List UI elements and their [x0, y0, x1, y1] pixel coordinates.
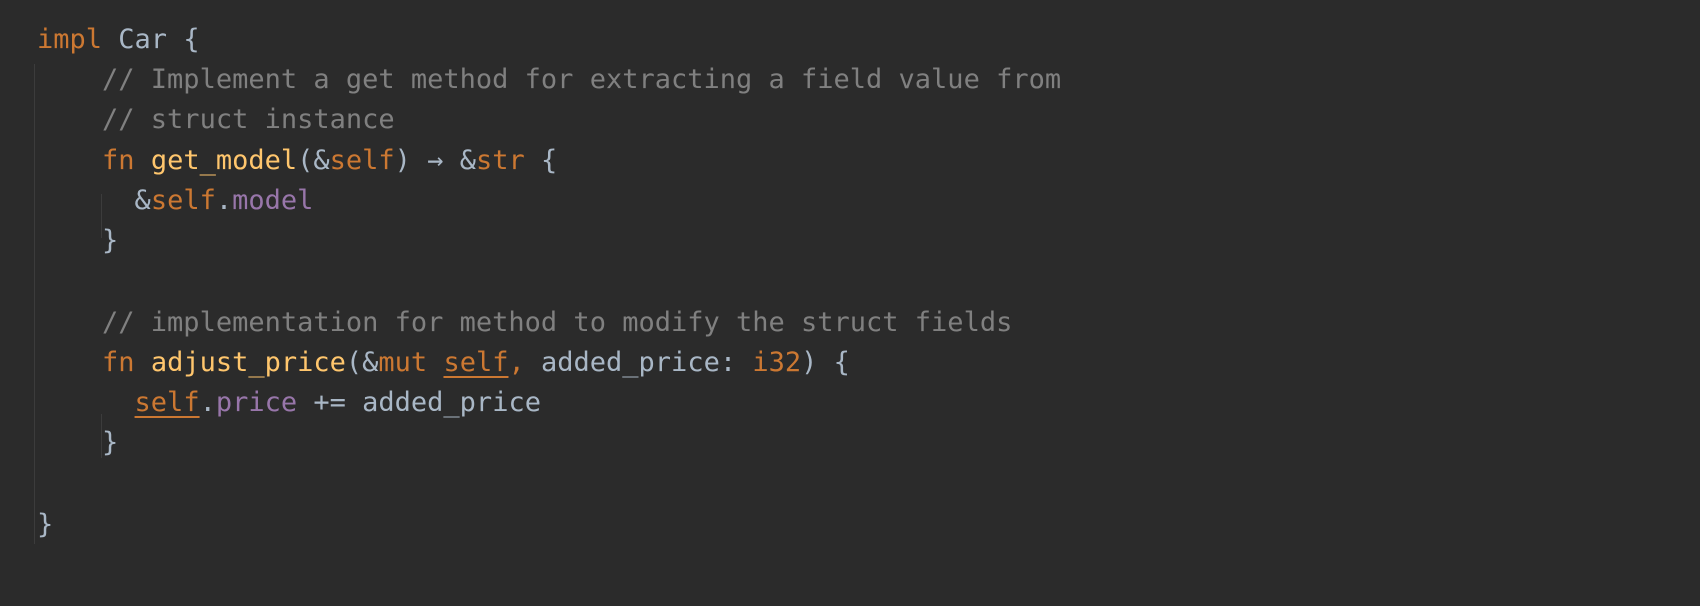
code-line-13[interactable]: } — [37, 503, 53, 547]
keyword: fn — [102, 347, 135, 378]
code-line-10[interactable]: self.price += added_price — [37, 381, 541, 425]
comma: , — [508, 347, 525, 378]
comment: // Implement a get method for extracting… — [102, 64, 1062, 95]
brace: { — [541, 145, 558, 176]
comment: // implementation for method to modify t… — [102, 307, 1013, 338]
self-keyword: self — [443, 347, 509, 378]
brace: } — [102, 427, 119, 458]
mut-keyword: mut — [378, 347, 428, 378]
self-keyword: self — [329, 145, 395, 176]
dot: . — [215, 185, 233, 216]
code-line-9[interactable]: fn adjust_price(&mut self, added_price: … — [37, 341, 850, 385]
code-line-8[interactable]: // implementation for method to modify t… — [37, 301, 1012, 345]
keyword: impl — [37, 24, 103, 55]
return-type: str — [475, 145, 525, 176]
function-name: adjust_price — [150, 347, 346, 378]
field-name: model — [232, 185, 314, 216]
code-line-6[interactable]: } — [37, 219, 118, 263]
punctuation: ) { — [801, 347, 850, 378]
param-type: i32 — [752, 347, 802, 378]
indent-guide — [34, 64, 35, 544]
brace: } — [102, 225, 119, 256]
code-line-11[interactable]: } — [37, 421, 118, 465]
brace: } — [37, 509, 54, 540]
self-keyword: self — [134, 387, 200, 418]
code-line-2[interactable]: // Implement a get method for extracting… — [37, 58, 1061, 102]
field-name: price — [215, 387, 298, 418]
ampersand: & — [134, 185, 151, 216]
self-keyword: self — [150, 185, 216, 216]
function-name: get_model — [150, 145, 298, 176]
code-line-5[interactable]: &self.model — [37, 179, 314, 223]
punctuation: (& — [345, 347, 379, 378]
expression: += added_price — [297, 387, 541, 418]
return-arrow: ) → & — [394, 145, 476, 176]
code-line-3[interactable]: // struct instance — [37, 98, 395, 142]
code-line-4[interactable]: fn get_model(&self) → &str { — [37, 139, 557, 183]
comment: // struct instance — [102, 104, 395, 135]
brace: { — [183, 24, 200, 55]
dot: . — [199, 387, 216, 418]
punctuation: (& — [297, 145, 330, 176]
code-line-1[interactable]: impl Car { — [37, 18, 200, 62]
code-editor[interactable]: impl Car { // Implement a get method for… — [0, 0, 1700, 606]
parameter: added_price: — [541, 347, 753, 378]
type-name: Car — [118, 24, 168, 55]
keyword: fn — [102, 145, 135, 176]
